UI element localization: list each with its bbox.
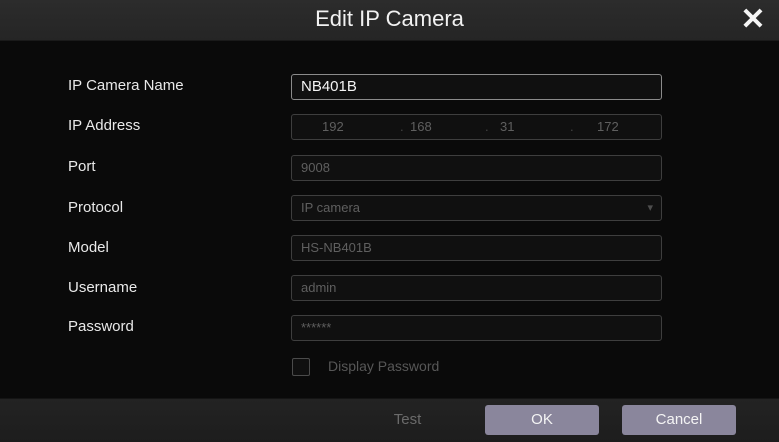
ip-dot: . <box>485 119 489 134</box>
ip-address-label: IP Address <box>68 117 141 134</box>
password-label: Password <box>68 318 134 335</box>
username-input[interactable]: admin <box>291 275 662 301</box>
display-password-checkbox[interactable] <box>292 358 310 376</box>
chevron-down-icon: ▾ <box>647 202 653 214</box>
display-password-label: Display Password <box>328 358 440 374</box>
close-icon[interactable]: ✕ <box>739 5 767 35</box>
ip-address-input[interactable]: 192 . 168 . 31 . 172 <box>291 114 662 140</box>
model-label: Model <box>68 239 109 256</box>
ip-dot: . <box>570 119 574 134</box>
ip-dot: . <box>400 119 404 134</box>
dialog-title: Edit IP Camera <box>315 6 464 31</box>
ip-octet-3: 31 <box>500 119 515 134</box>
title-bar: Edit IP Camera ✕ <box>0 0 779 41</box>
username-label: Username <box>68 279 138 296</box>
edit-ip-camera-dialog: Edit IP Camera ✕ IP Camera Name NB401B I… <box>0 0 779 442</box>
port-input[interactable]: 9008 <box>291 155 662 181</box>
model-input[interactable]: HS-NB401B <box>291 235 662 261</box>
ip-octet-1: 192 <box>322 119 344 134</box>
port-label: Port <box>68 158 96 175</box>
test-button[interactable]: Test <box>360 405 455 435</box>
ip-octet-2: 168 <box>410 119 432 134</box>
ok-button[interactable]: OK <box>485 405 599 435</box>
password-input[interactable]: ****** <box>291 315 662 341</box>
cancel-button[interactable]: Cancel <box>622 405 736 435</box>
protocol-value: IP camera <box>301 200 361 215</box>
ip-octet-4: 172 <box>597 119 619 134</box>
button-bar: Test OK Cancel <box>0 398 779 442</box>
protocol-label: Protocol <box>68 199 124 216</box>
camera-name-label: IP Camera Name <box>68 77 184 94</box>
camera-name-input[interactable]: NB401B <box>291 74 662 100</box>
protocol-select[interactable]: IP camera ▾ <box>291 195 662 221</box>
